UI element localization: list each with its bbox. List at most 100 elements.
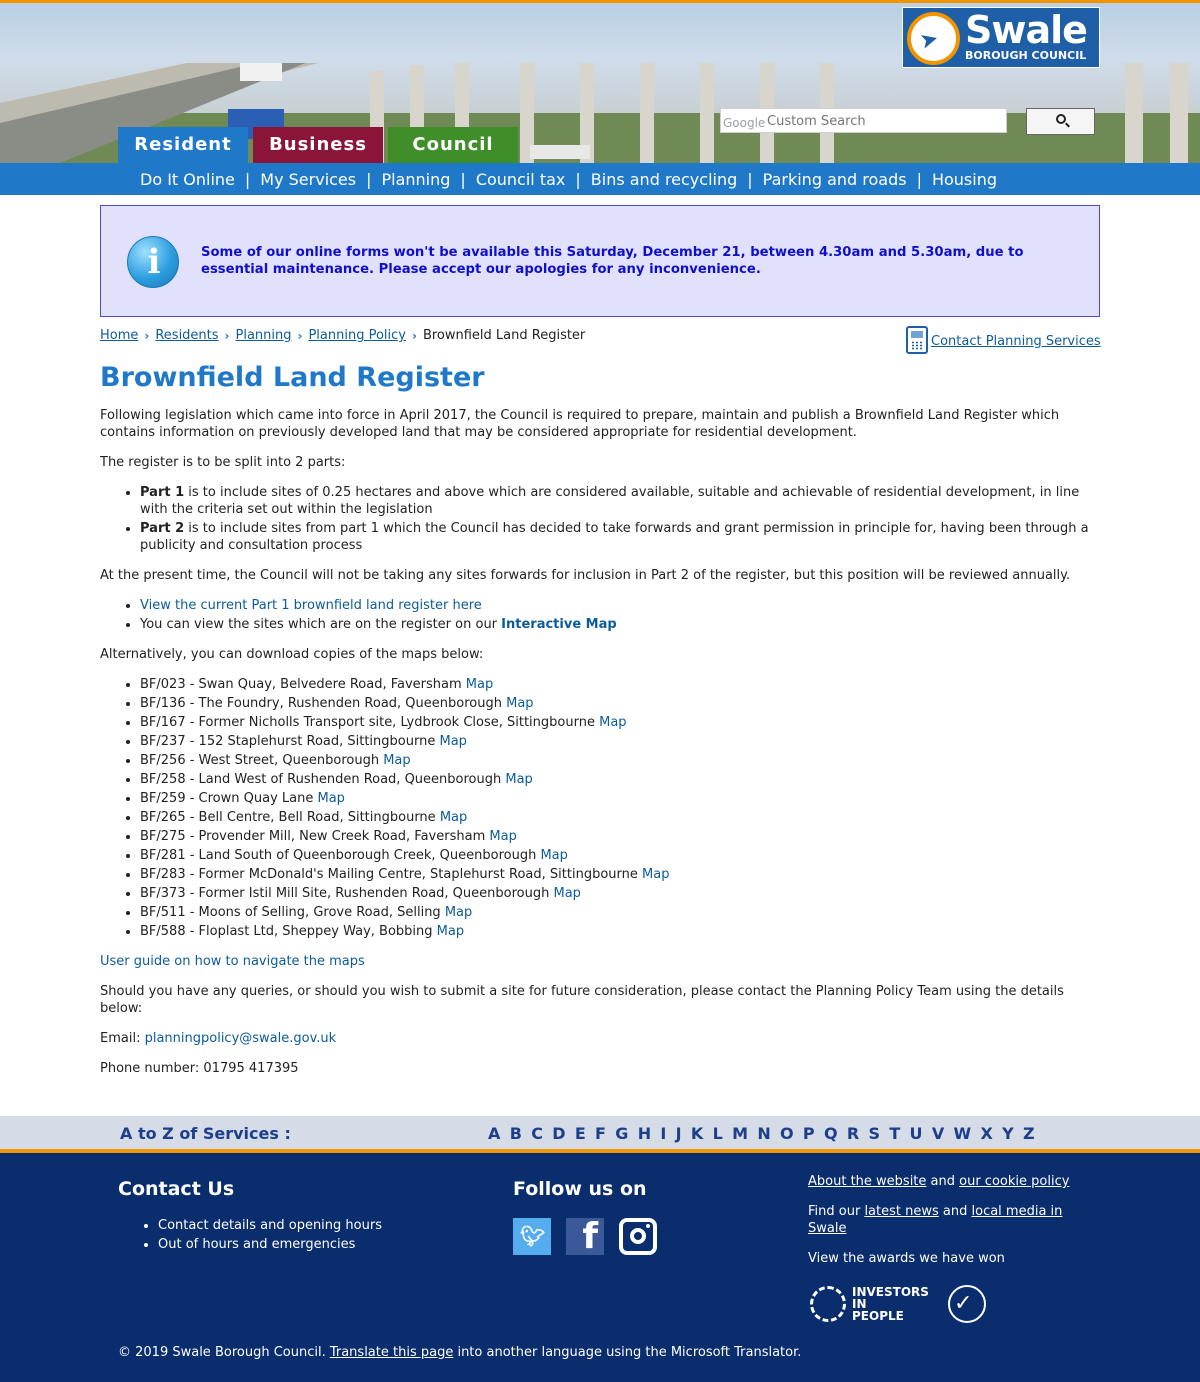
user-guide-link[interactable]: User guide on how to navigate the maps [100, 954, 365, 969]
a-to-z-letter[interactable]: F [595, 1124, 606, 1143]
instagram-icon[interactable] [619, 1218, 657, 1255]
phone-line: Phone number: 01795 417395 [100, 1061, 299, 1076]
a-to-z-letter[interactable]: G [615, 1124, 628, 1143]
a-to-z-letter[interactable]: S [868, 1124, 880, 1143]
a-to-z-letter[interactable]: N [757, 1124, 770, 1143]
a-to-z-letter[interactable]: I [660, 1124, 666, 1143]
contact-planning-link[interactable]: Contact Planning Services [931, 334, 1101, 349]
site-list-item: BF/588 - Floplast Ltd, Sheppey Way, Bobb… [140, 923, 1100, 940]
view-register-link[interactable]: View the current Part 1 brownfield land … [140, 598, 482, 613]
nav-label[interactable]: Do It Online [140, 170, 235, 189]
disability-award-icon[interactable]: ✓ [940, 1281, 994, 1327]
email-link[interactable]: planningpolicy@swale.gov.uk [145, 1031, 337, 1046]
nav-label[interactable]: Parking and roads [763, 170, 907, 189]
a-to-z-letter[interactable]: C [531, 1124, 543, 1143]
nav-item-do-it-online[interactable]: Do It Online [140, 170, 235, 189]
a-to-z-letter[interactable]: O [780, 1124, 794, 1143]
nav-item-parking[interactable]: | Parking and roads [737, 170, 906, 189]
swale-logo[interactable]: ➤ Swale BOROUGH COUNCIL [902, 7, 1100, 68]
swallow-icon: ➤ [907, 12, 960, 65]
a-to-z-letter[interactable]: A [488, 1124, 500, 1143]
a-to-z-letter[interactable]: Z [1023, 1124, 1035, 1143]
nav-item-council-tax[interactable]: | Council tax [450, 170, 565, 189]
site-list-item: BF/136 - The Foundry, Rushenden Road, Qu… [140, 695, 1100, 712]
tab-council[interactable]: Council [388, 127, 518, 163]
a-to-z-letter[interactable]: H [638, 1124, 651, 1143]
breadcrumb-planning[interactable]: Planning [236, 328, 292, 343]
footer: Contact Us Contact details and opening h… [0, 1153, 1200, 1382]
intro-paragraph: Following legislation which came into fo… [100, 408, 1060, 440]
present-paragraph: At the present time, the Council will no… [100, 568, 1071, 583]
map-link[interactable]: Map [466, 677, 493, 692]
cookie-policy-link[interactable]: our cookie policy [959, 1174, 1069, 1189]
twitter-icon[interactable]: 🐦︎ [513, 1218, 551, 1255]
nav-item-planning[interactable]: | Planning [356, 170, 450, 189]
contact-details-link[interactable]: Contact details and opening hours [158, 1218, 382, 1233]
split-paragraph: The register is to be split into 2 parts… [100, 455, 346, 470]
map-link[interactable]: Map [318, 791, 345, 806]
a-to-z-letter[interactable]: T [889, 1124, 900, 1143]
a-to-z-letter[interactable]: L [713, 1124, 723, 1143]
map-link[interactable]: Map [642, 867, 669, 882]
nav-item-my-services[interactable]: | My Services [235, 170, 356, 189]
breadcrumb-planning-policy[interactable]: Planning Policy [308, 328, 406, 343]
map-link[interactable]: Map [506, 696, 533, 711]
map-link[interactable]: Map [445, 905, 472, 920]
nav-label[interactable]: Planning [382, 170, 451, 189]
contact-planning-services[interactable]: Contact Planning Services [906, 326, 1101, 354]
list-item: You can view the sites which are on the … [140, 616, 1100, 633]
sites-list: BF/023 - Swan Quay, Belvedere Road, Fave… [140, 676, 1100, 940]
a-to-z-letter[interactable]: D [552, 1124, 565, 1143]
logo-subtitle: BOROUGH COUNCIL [965, 49, 1087, 62]
site-list-item: BF/265 - Bell Centre, Bell Road, Sitting… [140, 809, 1100, 826]
a-to-z-letter[interactable]: X [980, 1124, 992, 1143]
investors-in-people-award[interactable]: INVESTORS IN PEOPLE [810, 1286, 929, 1322]
nav-label[interactable]: Housing [932, 170, 997, 189]
breadcrumb-residents[interactable]: Residents [155, 328, 218, 343]
map-link[interactable]: Map [489, 829, 516, 844]
search-input[interactable] [767, 111, 1003, 131]
a-to-z-letter[interactable]: Y [1002, 1124, 1014, 1143]
maintenance-alert: i Some of our online forms won't be avai… [100, 205, 1100, 317]
map-link[interactable]: Map [439, 734, 466, 749]
a-to-z-letter[interactable]: R [847, 1124, 859, 1143]
a-to-z-letter[interactable]: U [910, 1124, 923, 1143]
map-link[interactable]: Map [505, 772, 532, 787]
nav-item-bins[interactable]: | Bins and recycling [565, 170, 737, 189]
a-to-z-letter[interactable]: J [676, 1124, 682, 1143]
map-link[interactable]: Map [599, 715, 626, 730]
a-to-z-letter[interactable]: K [691, 1124, 703, 1143]
a-to-z-letter[interactable]: Q [824, 1124, 838, 1143]
facebook-icon[interactable]: f [566, 1218, 604, 1255]
a-to-z-letter[interactable]: E [575, 1124, 586, 1143]
a-to-z-letter[interactable]: P [803, 1124, 815, 1143]
tab-resident[interactable]: Resident [118, 127, 248, 163]
tab-business[interactable]: Business [253, 127, 383, 163]
a-to-z-letter[interactable]: M [732, 1124, 748, 1143]
a-to-z-letter[interactable]: B [510, 1124, 522, 1143]
alert-message: Some of our online forms won't be availa… [201, 245, 1024, 277]
nav-label[interactable]: Council tax [476, 170, 566, 189]
search-button[interactable] [1026, 108, 1095, 135]
nav-label[interactable]: My Services [260, 170, 356, 189]
contact-list: Contact details and opening hours Out of… [158, 1216, 382, 1254]
site-list-item: BF/511 - Moons of Selling, Grove Road, S… [140, 904, 1100, 921]
nav-label[interactable]: Bins and recycling [591, 170, 738, 189]
map-link[interactable]: Map [553, 886, 580, 901]
wreath-icon [810, 1286, 846, 1322]
a-to-z-letter[interactable]: V [932, 1124, 944, 1143]
out-of-hours-link[interactable]: Out of hours and emergencies [158, 1237, 355, 1252]
translate-link[interactable]: Translate this page [330, 1345, 453, 1360]
nav-item-housing[interactable]: | Housing [907, 170, 997, 189]
follow-us-heading: Follow us on [513, 1178, 647, 1200]
about-website-link[interactable]: About the website [808, 1174, 926, 1189]
alternatively-paragraph: Alternatively, you can download copies o… [100, 647, 484, 662]
interactive-map-link[interactable]: Interactive Map [501, 617, 617, 632]
breadcrumb-home[interactable]: Home [100, 328, 138, 343]
latest-news-link[interactable]: latest news [864, 1204, 938, 1219]
a-to-z-letter[interactable]: W [954, 1124, 972, 1143]
map-link[interactable]: Map [437, 924, 464, 939]
map-link[interactable]: Map [383, 753, 410, 768]
map-link[interactable]: Map [540, 848, 567, 863]
map-link[interactable]: Map [440, 810, 467, 825]
